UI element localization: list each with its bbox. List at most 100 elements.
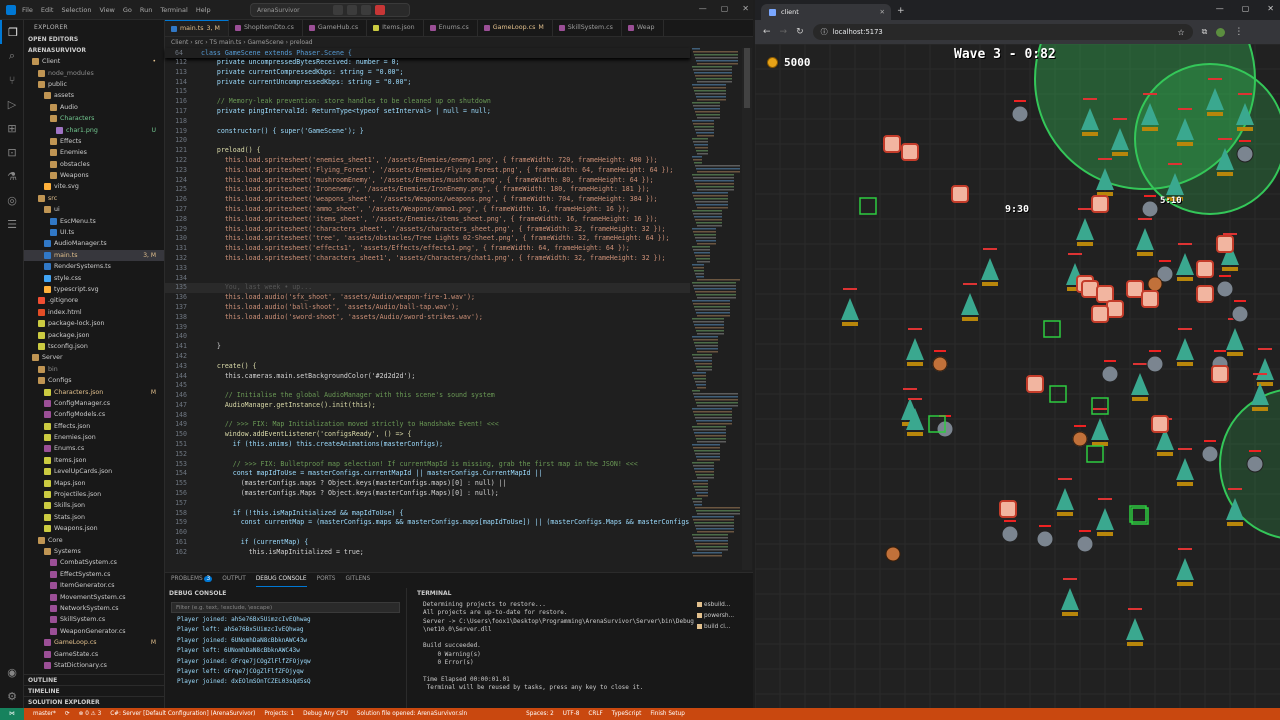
tree-item[interactable]: style.css (24, 272, 164, 283)
tree-item[interactable]: vite.svg (24, 181, 164, 192)
tree-item[interactable]: Configs (24, 375, 164, 386)
tree-item[interactable]: AudioManager.ts (24, 238, 164, 249)
editor-tab[interactable]: Weap (622, 20, 664, 36)
code-line[interactable]: 148 (165, 411, 690, 421)
code-line[interactable]: 149 // >>> FIX: Map Initialization moved… (165, 420, 690, 430)
code-line[interactable]: 126 this.load.spritesheet('weapons_sheet… (165, 195, 690, 205)
tree-item[interactable]: Weapons (24, 170, 164, 181)
tree-item[interactable]: node_modules (24, 67, 164, 78)
solution-explorer-section[interactable]: SOLUTION EXPLORER (24, 696, 164, 707)
tree-item[interactable]: SkillSystem.cs (24, 614, 164, 625)
code-line[interactable]: 152 (165, 450, 690, 460)
sticky-scroll-line[interactable]: 64 class GameScene extends Phaser.Scene { (165, 48, 690, 58)
code-line[interactable]: 162 this.isMapInitialized = true; (165, 548, 690, 558)
menu-item[interactable]: File (22, 6, 33, 14)
tab-gitlens[interactable]: GITLENS (345, 576, 370, 587)
tree-item[interactable]: Core (24, 534, 164, 545)
game-canvas[interactable]: 5000 Wave 3 - 0:82 9:30 5:10 (755, 44, 1280, 708)
code-line[interactable]: 147 AudioManager.getInstance().init(this… (165, 401, 690, 411)
code-line[interactable]: 142 (165, 352, 690, 362)
editor-tab[interactable]: main.ts 3, M (165, 20, 229, 36)
code-line[interactable]: 145 (165, 381, 690, 391)
code-line[interactable]: 125 this.load.spritesheet('Ironenemy', '… (165, 185, 690, 195)
tree-item[interactable]: Enums.cs (24, 443, 164, 454)
code-line[interactable]: 119 constructor() { super('GameScene'); … (165, 127, 690, 137)
extensions-icon[interactable]: ⊞ (0, 116, 24, 140)
tree-item[interactable]: Weapons.json (24, 523, 164, 534)
timeline-section[interactable]: TIMELINE (24, 685, 164, 696)
code-line[interactable]: 134 (165, 274, 690, 284)
settings-gear-icon[interactable]: ⚙ (0, 684, 24, 708)
tree-item[interactable]: EffectSystem.cs (24, 569, 164, 580)
scrollbar-thumb[interactable] (744, 48, 750, 108)
finish-setup[interactable]: Finish Setup (650, 711, 685, 717)
code-line[interactable]: 144 this.cameras.main.setBackgroundColor… (165, 372, 690, 382)
code-line[interactable]: 161 if (currentMap) { (165, 538, 690, 548)
step-over-icon[interactable] (347, 5, 357, 15)
profile-icon[interactable] (1216, 27, 1226, 37)
forward-icon[interactable]: → (780, 27, 788, 37)
reload-icon[interactable]: ↻ (796, 27, 804, 37)
tree-item[interactable]: tsconfig.json (24, 341, 164, 352)
terminal-session[interactable]: build cl... (697, 621, 753, 632)
tree-item[interactable]: GameLoop.cs M (24, 637, 164, 648)
code-line[interactable]: 136 this.load.audio('sfx_shoot', 'assets… (165, 293, 690, 303)
code-line[interactable]: 131 this.load.spritesheet('effects1', 'a… (165, 244, 690, 254)
menu-item[interactable]: Selection (61, 6, 91, 14)
tree-item[interactable]: ConfigModels.cs (24, 409, 164, 420)
gitlens-icon[interactable]: ◎ (0, 188, 24, 212)
testing-icon[interactable]: ⚗ (0, 164, 24, 188)
remote-icon[interactable]: ⊡ (0, 140, 24, 164)
code-line[interactable]: 122 this.load.spritesheet('enemies_sheet… (165, 156, 690, 166)
tree-item[interactable]: Client • (24, 56, 164, 67)
tree-item[interactable]: Audio (24, 102, 164, 113)
minimize-icon[interactable]: — (1216, 4, 1224, 13)
code-line[interactable]: 128 this.load.spritesheet('items_sheet',… (165, 215, 690, 225)
editor-tab[interactable]: Enums.cs (424, 20, 478, 36)
explorer-icon[interactable]: ❐ (0, 20, 24, 44)
code-line[interactable]: 143 create() { (165, 362, 690, 372)
tree-item[interactable]: EscMenu.ts (24, 215, 164, 226)
code-line[interactable]: 123 this.load.spritesheet('Flying_Forest… (165, 166, 690, 176)
code-line[interactable]: 117 private pingIntervalId: ReturnType<t… (165, 107, 690, 117)
editor-tab[interactable]: SkillSystem.cs (553, 20, 622, 36)
tree-item[interactable]: LevelUpCards.json (24, 466, 164, 477)
tree-item[interactable]: Projectiles.json (24, 489, 164, 500)
tree-item[interactable]: Stats.json (24, 512, 164, 523)
tree-item[interactable]: ItemGenerator.cs (24, 580, 164, 591)
tab-problems[interactable]: PROBLEMS 3 (171, 576, 213, 587)
code-line[interactable]: 150 window.addEventListener('configsRead… (165, 430, 690, 440)
tree-item[interactable]: src (24, 193, 164, 204)
tab-close-icon[interactable]: ✕ (880, 8, 885, 16)
csharp-config[interactable]: C#: Server [Default Configuration] (Aren… (110, 711, 255, 717)
encoding[interactable]: UTF-8 (563, 711, 580, 717)
open-editors-section[interactable]: OPEN EDITORS (24, 34, 164, 45)
site-info-icon[interactable]: ⓘ (821, 27, 828, 37)
tab-output[interactable]: OUTPUT (222, 576, 246, 587)
source-control-icon[interactable]: ⑂ (0, 68, 24, 92)
tree-item[interactable]: WeaponGenerator.cs (24, 626, 164, 637)
editor-tab[interactable]: GameHub.cs (303, 20, 368, 36)
search-icon[interactable]: ⌕ (0, 44, 24, 68)
editor-tab[interactable]: ShopItemDto.cs (229, 20, 303, 36)
tree-item[interactable]: ConfigManager.cs (24, 398, 164, 409)
stop-icon[interactable] (375, 5, 385, 15)
code-line[interactable]: 121 preload() { (165, 146, 690, 156)
debug-config[interactable]: Debug Any CPU (303, 711, 348, 717)
tree-item[interactable]: NetworkSystem.cs (24, 603, 164, 614)
tree-item[interactable]: Items.json (24, 455, 164, 466)
code-line[interactable]: 127 this.load.spritesheet('ammo_sheet', … (165, 205, 690, 215)
workspace-section[interactable]: ARENASURVIVOR (24, 45, 164, 56)
back-icon[interactable]: ← (763, 27, 771, 37)
code-line[interactable]: 139 (165, 323, 690, 333)
tree-item[interactable]: CombatSystem.cs (24, 557, 164, 568)
language-mode[interactable]: TypeScript (612, 711, 642, 717)
code-line[interactable]: 146 // Initialise the global AudioManage… (165, 391, 690, 401)
tree-item[interactable]: Server (24, 352, 164, 363)
tree-item[interactable]: Enemies.json (24, 432, 164, 443)
code-line[interactable]: 154 const mapIdToUse = masterConfigs.cur… (165, 469, 690, 479)
tree-item[interactable]: RenderSystems.ts (24, 261, 164, 272)
code-line[interactable]: 118 (165, 117, 690, 127)
code-line[interactable]: 140 (165, 332, 690, 342)
code-line[interactable]: 113 private currentCompressedKbps: strin… (165, 68, 690, 78)
